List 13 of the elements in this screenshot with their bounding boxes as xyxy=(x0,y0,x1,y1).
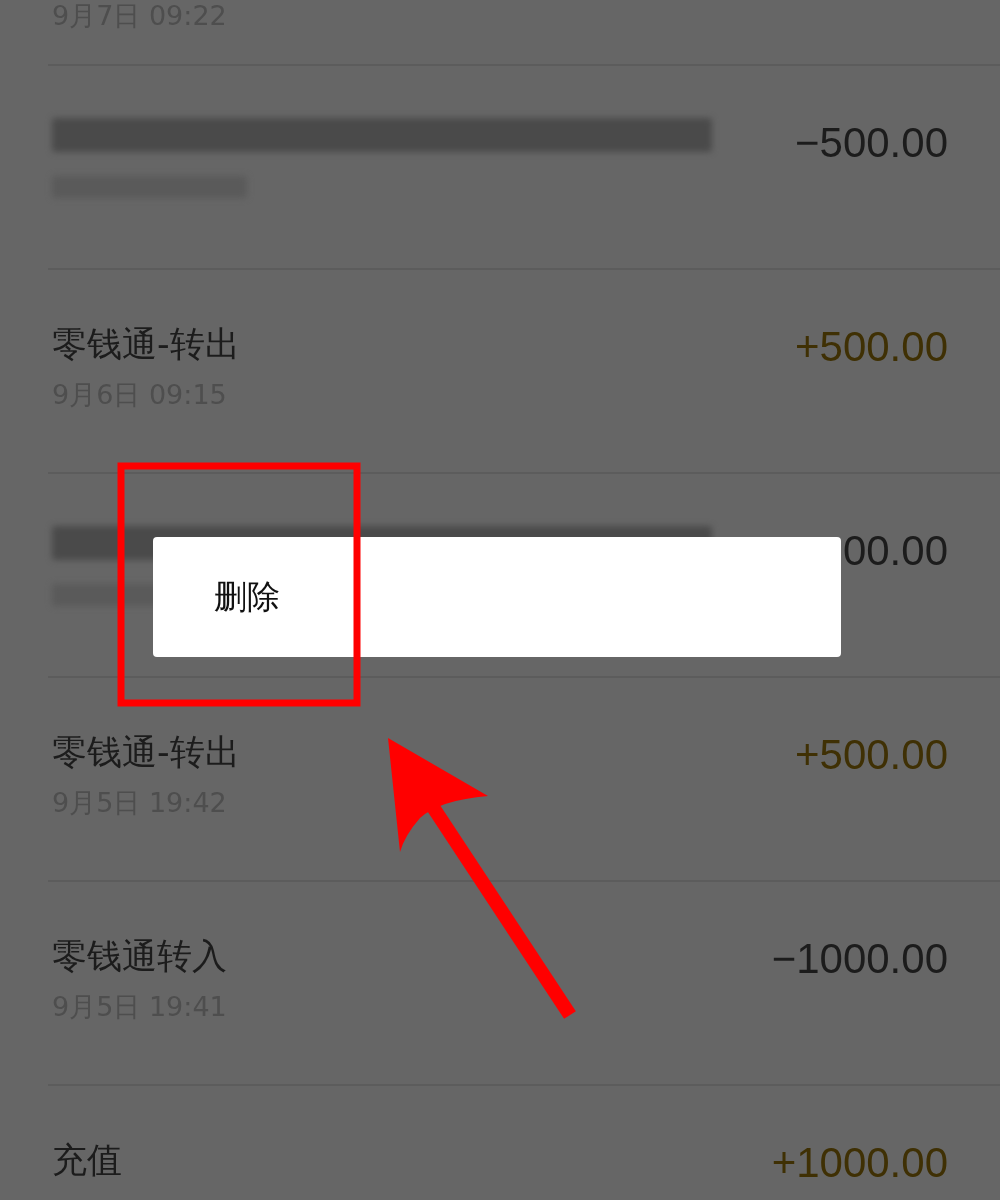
amount: 00.00 xyxy=(842,526,948,576)
transaction-title: 零钱通-转出 xyxy=(52,731,240,774)
amount: +500.00 xyxy=(795,730,948,780)
transaction-title: 零钱通-转出 xyxy=(52,323,240,366)
amount: +500.00 xyxy=(795,322,948,372)
amount: −1000.00 xyxy=(771,934,948,984)
transaction-row[interactable]: 充值 +1000.00 xyxy=(48,1084,1000,1200)
amount: +1000.00 xyxy=(771,1138,948,1188)
amount: −500.00 xyxy=(795,118,948,168)
transaction-title: 零钱通转入 xyxy=(52,935,227,978)
transaction-title: 充值 xyxy=(52,1139,122,1182)
transaction-row[interactable]: −500.00 xyxy=(48,64,1000,268)
delete-menu-item[interactable]: 删除 xyxy=(153,575,841,619)
